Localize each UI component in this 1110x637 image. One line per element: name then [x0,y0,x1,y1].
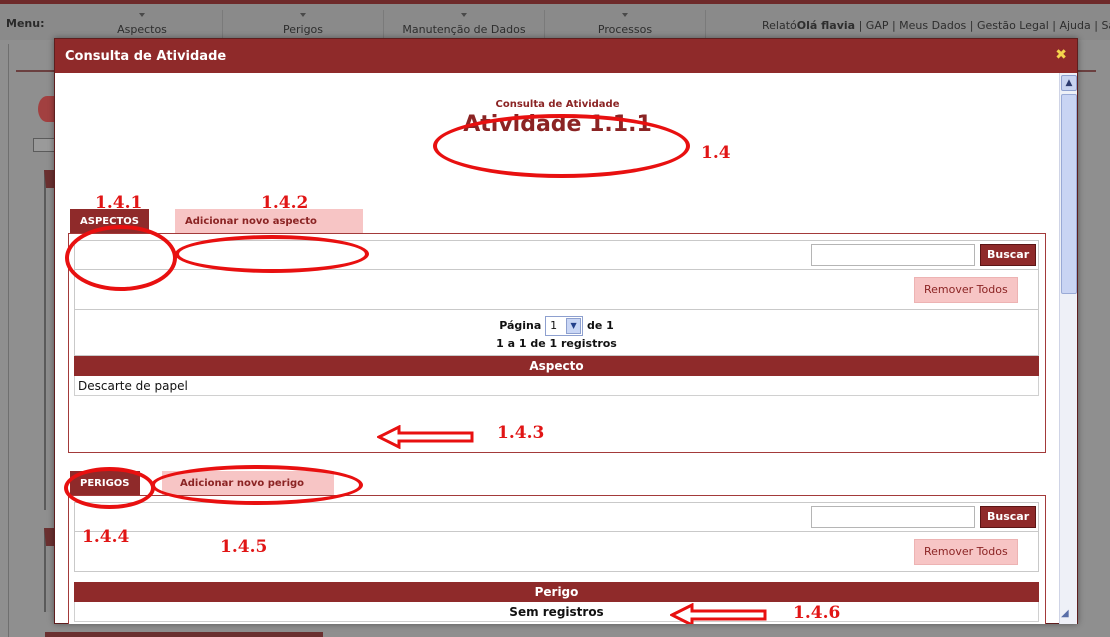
bg-footer-bar [45,632,323,637]
nav-perigos[interactable]: Perigos [223,10,384,38]
main-nav: Aspectos Perigos Manutenção de Dados Pro… [62,10,706,38]
aspectos-search-button[interactable]: Buscar [980,244,1037,266]
user-greeting: Olá flavia [796,19,856,32]
add-perigo-button[interactable]: Adicionar novo perigo [162,471,334,495]
page-total: de 1 [586,319,614,332]
dialog-scrollbar[interactable]: ▲ ◢ [1059,73,1077,624]
perigos-column-header: Perigo [74,582,1039,602]
aspectos-column-header: Aspecto [74,356,1039,376]
annotation-1-4-3: 1.4.3 [497,423,545,443]
perigos-panel: Buscar Remover Todos Perigo Sem registro… [68,495,1046,624]
page-subtitle: Consulta de Atividade [495,99,620,110]
chevron-down-icon[interactable]: ▼ [566,318,582,334]
tab-perigos[interactable]: PERIGOS [70,471,140,495]
app-top-menu: Menu: Aspectos Perigos Manutenção de Dad… [0,0,1110,40]
resize-grip-icon[interactable]: ◢ [1061,608,1075,622]
dialog-title: Consulta de Atividade [65,49,227,64]
scroll-thumb[interactable] [1061,94,1077,294]
menu-label: Menu: [6,17,45,30]
annotation-1-4-2: 1.4.2 [261,193,309,213]
aspectos-search-input[interactable] [811,244,975,266]
perigos-search-row: Buscar [74,502,1039,532]
perigos-remove-all-button[interactable]: Remover Todos [914,539,1018,565]
aspectos-panel: Buscar Remover Todos Página 1 ▼ de 1 1 a … [68,233,1046,453]
annotation-1-4: 1.4 [701,143,731,163]
aspectos-pager-row: Página 1 ▼ de 1 1 a 1 de 1 registros [74,310,1039,356]
perigos-search-button[interactable]: Buscar [980,506,1037,528]
perigos-actions-row: Remover Todos [74,532,1039,572]
aspectos-remove-all-button[interactable]: Remover Todos [914,277,1018,303]
perigos-search-input[interactable] [811,506,975,528]
aspectos-pager: Página 1 ▼ de 1 [75,316,1038,336]
bg-select [33,138,55,152]
records-count: 1 a 1 de 1 registros [496,337,617,350]
empty-state: Sem registros [74,602,1039,622]
bg-edge [8,44,9,637]
annotation-1-4-5: 1.4.5 [220,537,268,557]
consulta-atividade-dialog: Consulta de Atividade ✖ Consulta de Ativ… [54,38,1078,624]
user-links: RelatóOlá flavia | GAP | Meus Dados | Ge… [762,19,1110,32]
nav-aspectos[interactable]: Aspectos [62,10,223,38]
page-title: Atividade 1.1.1 [463,112,652,137]
nav-relatorios[interactable]: Relató [762,19,797,32]
annotation-1-4-4: 1.4.4 [82,527,130,547]
page-label: Página [499,319,542,332]
aspectos-search-row: Buscar [74,240,1039,270]
close-icon[interactable]: ✖ [1055,47,1067,63]
annotation-arrow-perigo [670,603,767,624]
nav-manutencao[interactable]: Manutenção de Dados [384,10,545,38]
aspectos-actions-row: Remover Todos [74,270,1039,310]
annotation-1-4-1: 1.4.1 [95,193,143,213]
annotation-1-4-6: 1.4.6 [793,603,841,623]
dialog-body: Consulta de Atividade Atividade 1.1.1 AS… [55,73,1060,624]
top-links[interactable]: | GAP | Meus Dados | Gestão Legal | Ajud… [859,19,1110,32]
page-header: Consulta de Atividade Atividade 1.1.1 [55,99,1060,137]
dialog-header: Consulta de Atividade ✖ [55,39,1077,73]
page-select-value: 1 [550,319,558,332]
annotation-arrow-aspecto [377,425,474,449]
page-select[interactable]: 1 ▼ [545,316,584,336]
scroll-up-icon[interactable]: ▲ [1061,75,1077,91]
table-row[interactable]: Descarte de papel [74,376,1039,396]
nav-processos[interactable]: Processos [545,10,706,38]
